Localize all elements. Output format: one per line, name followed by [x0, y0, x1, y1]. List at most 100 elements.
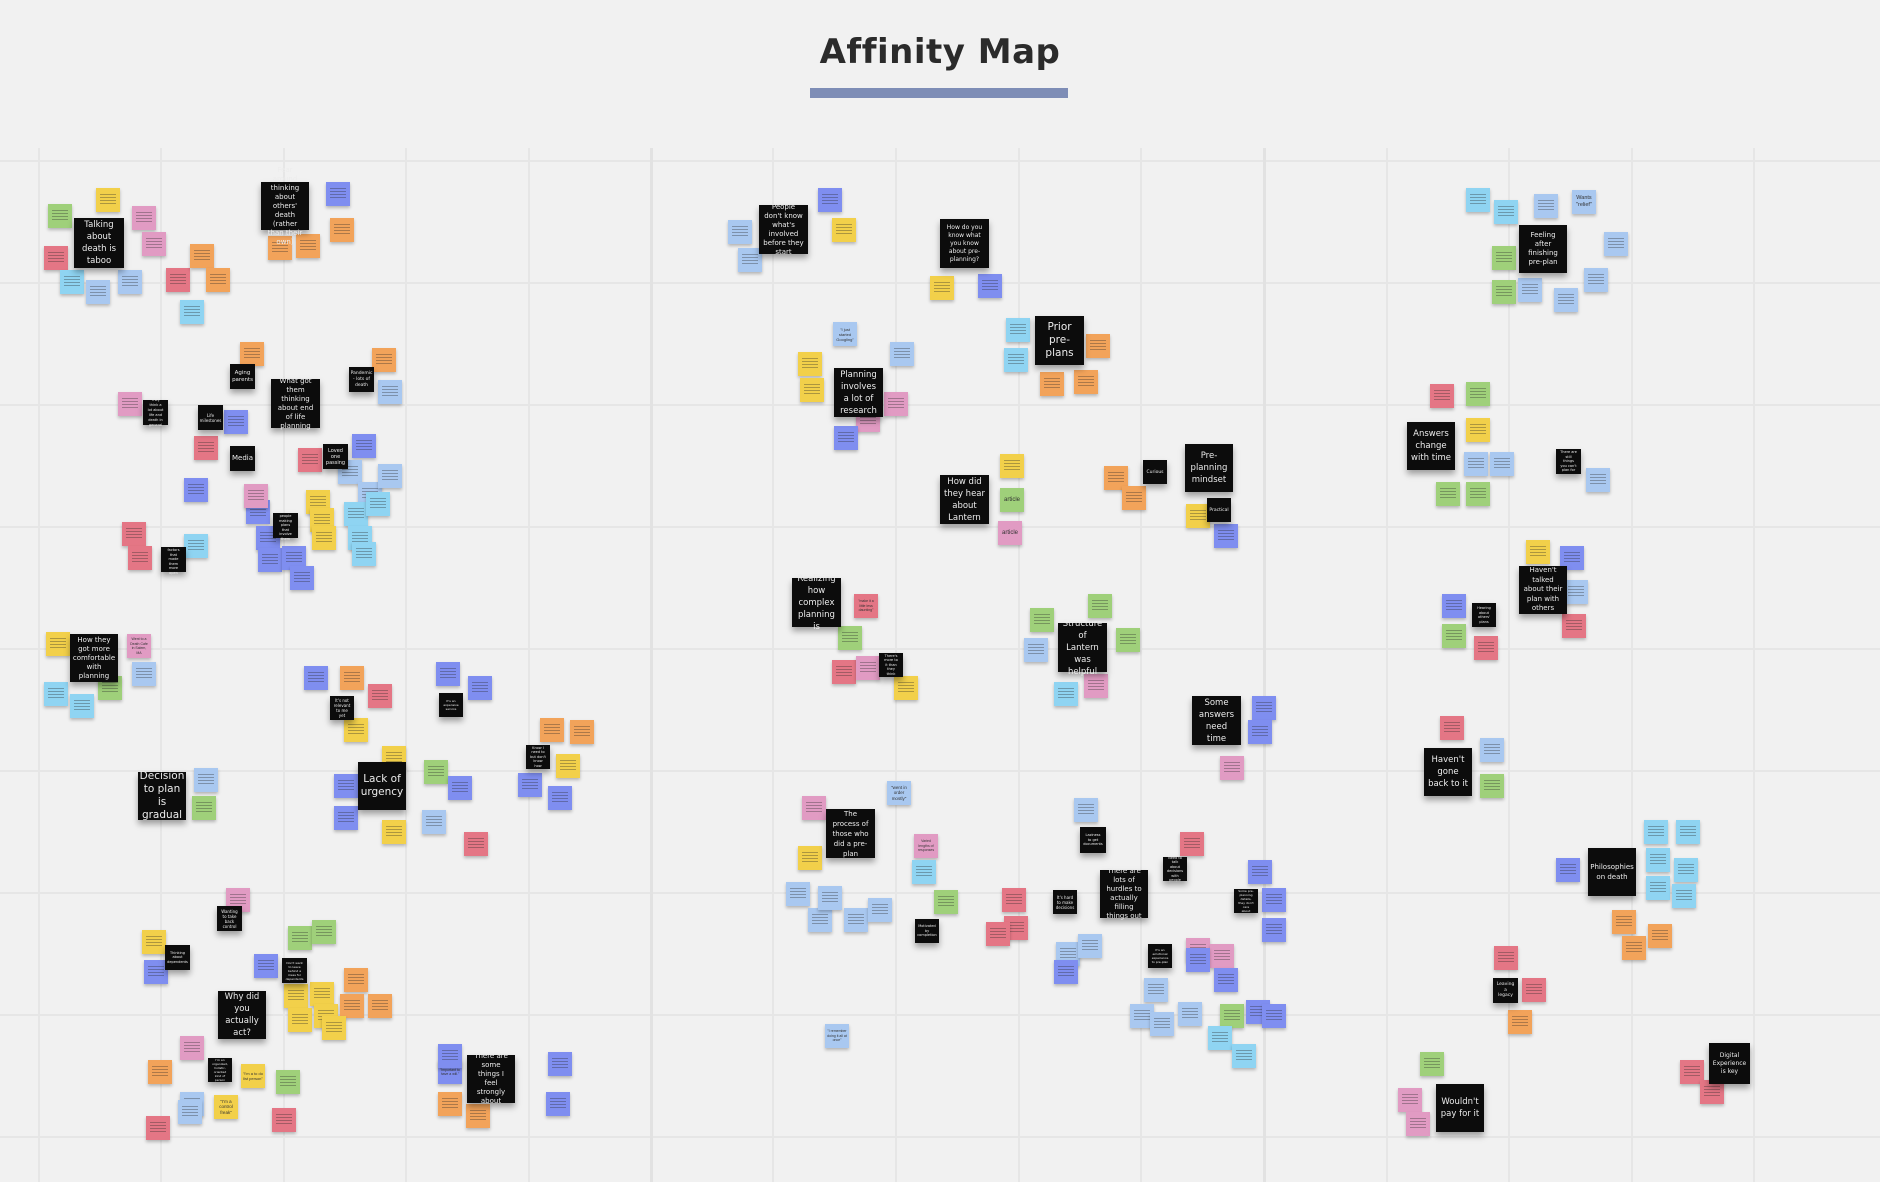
cluster-header[interactable]: Decision to plan is gradual: [138, 770, 186, 821]
sticky-note[interactable]: [1480, 738, 1504, 762]
sticky-note[interactable]: [184, 534, 208, 558]
sticky-note[interactable]: [832, 218, 856, 242]
sticky-note[interactable]: [288, 926, 312, 950]
sticky-note[interactable]: [548, 1052, 572, 1076]
sticky-note[interactable]: "I just started Googling": [833, 322, 857, 346]
cluster-header[interactable]: There are lots of hurdles to actually fi…: [1100, 867, 1148, 920]
sticky-note[interactable]: [422, 810, 446, 834]
sticky-note[interactable]: [48, 204, 72, 228]
sticky-note[interactable]: [340, 666, 364, 690]
sticky-note[interactable]: [70, 694, 94, 718]
sticky-note[interactable]: [180, 1036, 204, 1060]
sticky-note[interactable]: "make it a little less daunting": [854, 594, 878, 618]
sticky-note[interactable]: [44, 682, 68, 706]
sticky-note[interactable]: [44, 246, 68, 270]
cluster-header[interactable]: Aging parents: [230, 364, 255, 389]
sticky-note[interactable]: [1178, 1002, 1202, 1026]
sticky-note[interactable]: [1084, 674, 1108, 698]
sticky-note[interactable]: [1442, 594, 1466, 618]
sticky-note[interactable]: [276, 1070, 300, 1094]
sticky-note[interactable]: [1644, 820, 1668, 844]
sticky-note[interactable]: [184, 478, 208, 502]
sticky-note[interactable]: [834, 426, 858, 450]
sticky-note[interactable]: [786, 882, 810, 906]
sticky-note[interactable]: [1004, 348, 1028, 372]
cluster-header[interactable]: Answers change with time: [1407, 422, 1455, 470]
sticky-note[interactable]: [890, 342, 914, 366]
sticky-note[interactable]: [818, 886, 842, 910]
cluster-header[interactable]: Thinking about dependents: [165, 945, 190, 970]
sticky-note[interactable]: [1648, 924, 1672, 948]
cluster-header[interactable]: Talking about death is taboo: [74, 218, 124, 268]
sticky-note[interactable]: [1494, 946, 1518, 970]
sticky-note[interactable]: [1466, 418, 1490, 442]
sticky-note[interactable]: [1406, 1112, 1430, 1136]
sticky-note[interactable]: [1074, 370, 1098, 394]
sticky-note[interactable]: [148, 1060, 172, 1084]
sticky-note[interactable]: [132, 206, 156, 230]
sticky-note[interactable]: [570, 720, 594, 744]
sticky-note[interactable]: "I'm a to do list person": [241, 1064, 265, 1088]
sticky-note[interactable]: [344, 502, 368, 526]
sticky-note[interactable]: [366, 492, 390, 516]
cluster-header[interactable]: People don't know what's involved before…: [759, 203, 808, 256]
sticky-note[interactable]: [1676, 820, 1700, 844]
cluster-header[interactable]: Loved one passing: [323, 444, 348, 469]
sticky-note[interactable]: [1248, 860, 1272, 884]
cluster-header[interactable]: They think a lot about life and death in…: [143, 398, 168, 427]
sticky-note[interactable]: [1024, 638, 1048, 662]
sticky-note[interactable]: article: [1000, 488, 1024, 512]
cluster-header[interactable]: What got them thinking about end of life…: [271, 377, 320, 430]
cluster-header[interactable]: Don't want to leave behind a mess for de…: [282, 958, 307, 983]
cluster-header[interactable]: Curious: [1143, 460, 1167, 484]
sticky-note[interactable]: [1144, 978, 1168, 1002]
cluster-header[interactable]: The process of those who did a pre-plan: [826, 809, 875, 858]
sticky-note[interactable]: [1054, 682, 1078, 706]
sticky-note[interactable]: [1646, 876, 1670, 900]
sticky-note[interactable]: Wants "relief": [1572, 190, 1596, 214]
sticky-note[interactable]: [122, 522, 146, 546]
sticky-note[interactable]: [438, 1092, 462, 1116]
cluster-header[interactable]: Need to talk about decisions with people: [1163, 856, 1187, 882]
cluster-header[interactable]: It's an expensive service: [439, 693, 463, 717]
cluster-header[interactable]: Planning involves a lot of research: [834, 368, 883, 417]
sticky-note[interactable]: [986, 922, 1010, 946]
sticky-note[interactable]: [1000, 454, 1024, 478]
sticky-note[interactable]: "I remember doing it all at once": [825, 1024, 849, 1048]
sticky-note[interactable]: [1030, 608, 1054, 632]
sticky-note[interactable]: [1526, 540, 1550, 564]
sticky-note[interactable]: [1554, 288, 1578, 312]
sticky-note[interactable]: [1208, 1026, 1232, 1050]
sticky-note[interactable]: [378, 464, 402, 488]
cluster-header[interactable]: Digital Experience is key: [1709, 1043, 1750, 1084]
sticky-note[interactable]: [468, 676, 492, 700]
sticky-note[interactable]: [556, 754, 580, 778]
sticky-note[interactable]: [1262, 1004, 1286, 1028]
cluster-header[interactable]: There's more to it than they think: [879, 653, 903, 677]
sticky-note[interactable]: [290, 566, 314, 590]
sticky-note[interactable]: [146, 1116, 170, 1140]
sticky-note[interactable]: [178, 1100, 202, 1124]
sticky-note[interactable]: [334, 806, 358, 830]
sticky-note[interactable]: [128, 546, 152, 570]
sticky-note[interactable]: [1466, 382, 1490, 406]
sticky-note[interactable]: [378, 380, 402, 404]
sticky-note[interactable]: [1074, 798, 1098, 822]
cluster-header[interactable]: It's an emotional experience to pre-plan: [1148, 944, 1172, 968]
sticky-note[interactable]: [372, 348, 396, 372]
sticky-note[interactable]: [1262, 918, 1286, 942]
sticky-note[interactable]: [798, 352, 822, 376]
cluster-header[interactable]: Lack of urgency: [358, 762, 406, 810]
sticky-note[interactable]: [312, 920, 336, 944]
sticky-note[interactable]: [1466, 482, 1490, 506]
sticky-note[interactable]: [142, 930, 166, 954]
sticky-note[interactable]: [1440, 716, 1464, 740]
sticky-note[interactable]: Went to a Death Cafe in Salem, MA: [127, 634, 151, 658]
sticky-note[interactable]: [1646, 848, 1670, 872]
cluster-header[interactable]: There are some things I feel strongly ab…: [467, 1052, 515, 1105]
sticky-note[interactable]: [1088, 594, 1112, 618]
sticky-note[interactable]: [194, 436, 218, 460]
cluster-header[interactable]: Haven't talked about their plan with oth…: [1519, 566, 1567, 614]
sticky-note[interactable]: [438, 1044, 462, 1068]
sticky-note[interactable]: article: [998, 521, 1022, 545]
